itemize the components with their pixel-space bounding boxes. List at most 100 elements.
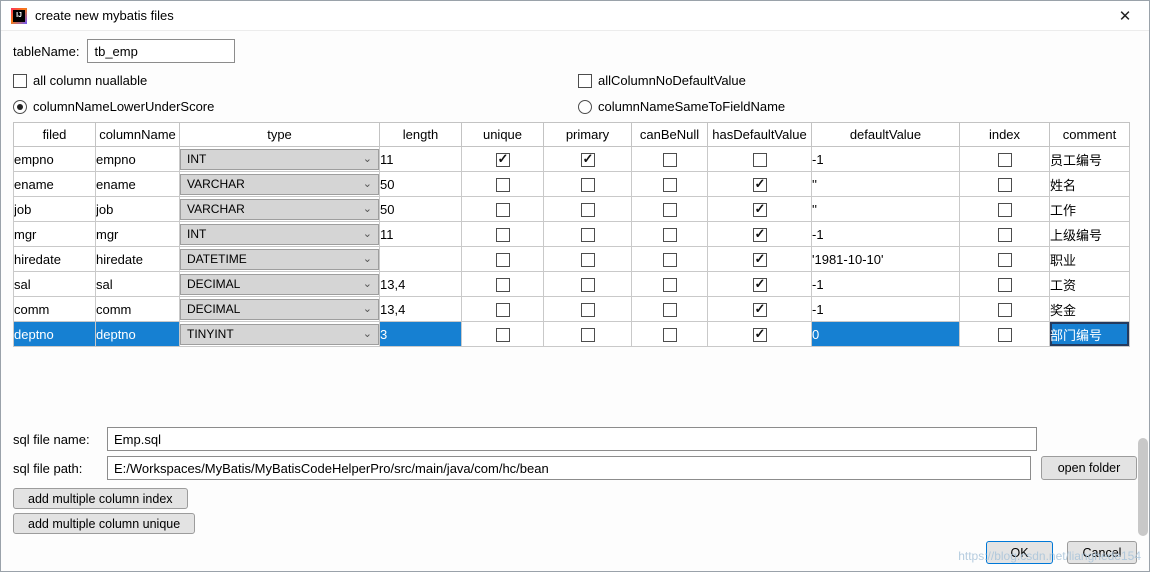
column-name-cell[interactable]: hiredate [95,246,180,272]
column-name-lower-underscore-radio[interactable] [13,99,27,114]
length-cell[interactable]: 50 [379,171,462,197]
all-column-nullable-option[interactable]: all column nuallable [13,71,578,90]
length-cell[interactable]: 11 [379,146,462,172]
canBeNull-checkbox[interactable] [662,152,677,167]
primary-checkbox[interactable] [580,327,595,342]
default-value-cell[interactable]: -1 [811,146,960,172]
type-dropdown[interactable]: DECIMAL ⌄ [180,298,379,320]
add-multiple-column-unique-button[interactable]: add multiple column unique [13,513,196,534]
unique-checkbox[interactable] [495,151,510,167]
comment-cell[interactable]: 工作 [1049,196,1130,222]
hasDefaultValue-checkbox[interactable] [752,276,767,292]
comment-cell[interactable]: 工资 [1049,271,1130,297]
unique-checkbox[interactable] [495,202,510,217]
canBeNull-checkbox[interactable] [662,277,677,292]
comment-cell[interactable]: 职业 [1049,246,1130,272]
type-dropdown[interactable]: DATETIME ⌄ [180,248,379,270]
primary-checkbox[interactable] [580,252,595,267]
default-value-cell[interactable]: -1 [811,296,960,322]
unique-checkbox[interactable] [495,327,510,342]
length-cell[interactable]: 13,4 [379,271,462,297]
filed-cell[interactable]: sal [13,271,96,297]
hasDefaultValue-checkbox[interactable] [752,251,767,267]
default-value-cell[interactable]: '' [811,171,960,197]
primary-checkbox[interactable] [580,227,595,242]
canBeNull-checkbox[interactable] [662,202,677,217]
canBeNull-checkbox[interactable] [662,177,677,192]
hasDefaultValue-checkbox[interactable] [752,301,767,317]
column-name-lower-underscore-option[interactable]: columnNameLowerUnderScore [13,97,578,116]
vertical-scrollbar[interactable] [1138,438,1148,536]
hasDefaultValue-checkbox[interactable] [752,326,767,342]
filed-cell[interactable]: empno [13,146,96,172]
filed-cell[interactable]: mgr [13,221,96,247]
index-checkbox[interactable] [997,202,1012,217]
unique-checkbox[interactable] [495,177,510,192]
index-checkbox[interactable] [997,177,1012,192]
filed-cell[interactable]: comm [13,296,96,322]
hasDefaultValue-checkbox[interactable] [752,226,767,242]
unique-checkbox[interactable] [495,252,510,267]
unique-checkbox[interactable] [495,302,510,317]
column-name-cell[interactable]: job [95,196,180,222]
column-name-cell[interactable]: deptno [95,321,180,347]
index-checkbox[interactable] [997,277,1012,292]
primary-checkbox[interactable] [580,177,595,192]
all-column-no-default-option[interactable]: allColumnNoDefaultValue [578,71,1137,90]
default-value-cell[interactable]: '' [811,196,960,222]
open-folder-button[interactable]: open folder [1041,456,1137,480]
column-name-cell[interactable]: ename [95,171,180,197]
primary-checkbox[interactable] [580,277,595,292]
filed-cell[interactable]: hiredate [13,246,96,272]
index-checkbox[interactable] [997,327,1012,342]
hasDefaultValue-checkbox[interactable] [752,176,767,192]
primary-checkbox[interactable] [580,302,595,317]
default-value-cell[interactable]: 0 [811,321,960,347]
default-value-cell[interactable]: '1981-10-10' [811,246,960,272]
comment-cell[interactable]: 上级编号 [1049,221,1130,247]
all-column-no-default-checkbox[interactable] [578,73,592,88]
type-dropdown[interactable]: TINYINT ⌄ [180,323,379,345]
sql-file-name-input[interactable] [107,427,1037,451]
cancel-button[interactable]: Cancel [1067,541,1137,564]
primary-checkbox[interactable] [580,151,595,167]
comment-cell[interactable]: 部门编号 [1049,321,1130,347]
canBeNull-checkbox[interactable] [662,302,677,317]
length-cell[interactable] [379,246,462,272]
filed-cell[interactable]: job [13,196,96,222]
all-column-nullable-checkbox[interactable] [13,73,27,88]
primary-checkbox[interactable] [580,202,595,217]
canBeNull-checkbox[interactable] [662,227,677,242]
column-name-cell[interactable]: comm [95,296,180,322]
column-name-same-to-field-option[interactable]: columnNameSameToFieldName [578,97,1137,116]
type-dropdown[interactable]: VARCHAR ⌄ [180,173,379,195]
close-icon[interactable]: ✕ [1111,7,1139,25]
column-name-same-to-field-radio[interactable] [578,99,592,114]
comment-cell[interactable]: 员工编号 [1049,146,1130,172]
sql-file-path-input[interactable] [107,456,1031,480]
index-checkbox[interactable] [997,252,1012,267]
length-cell[interactable]: 50 [379,196,462,222]
hasDefaultValue-checkbox[interactable] [752,152,767,167]
default-value-cell[interactable]: -1 [811,221,960,247]
index-checkbox[interactable] [997,227,1012,242]
canBeNull-checkbox[interactable] [662,252,677,267]
column-name-cell[interactable]: mgr [95,221,180,247]
filed-cell[interactable]: ename [13,171,96,197]
type-dropdown[interactable]: DECIMAL ⌄ [180,273,379,295]
default-value-cell[interactable]: -1 [811,271,960,297]
unique-checkbox[interactable] [495,227,510,242]
comment-cell[interactable]: 奖金 [1049,296,1130,322]
hasDefaultValue-checkbox[interactable] [752,201,767,217]
comment-cell[interactable]: 姓名 [1049,171,1130,197]
filed-cell[interactable]: deptno [13,321,96,347]
length-cell[interactable]: 13,4 [379,296,462,322]
add-multiple-column-index-button[interactable]: add multiple column index [13,488,188,509]
type-dropdown[interactable]: INT ⌄ [180,148,379,170]
length-cell[interactable]: 11 [379,221,462,247]
ok-button[interactable]: OK [986,541,1053,564]
type-dropdown[interactable]: INT ⌄ [180,223,379,245]
index-checkbox[interactable] [997,152,1012,167]
table-name-input[interactable] [87,39,236,63]
index-checkbox[interactable] [997,302,1012,317]
